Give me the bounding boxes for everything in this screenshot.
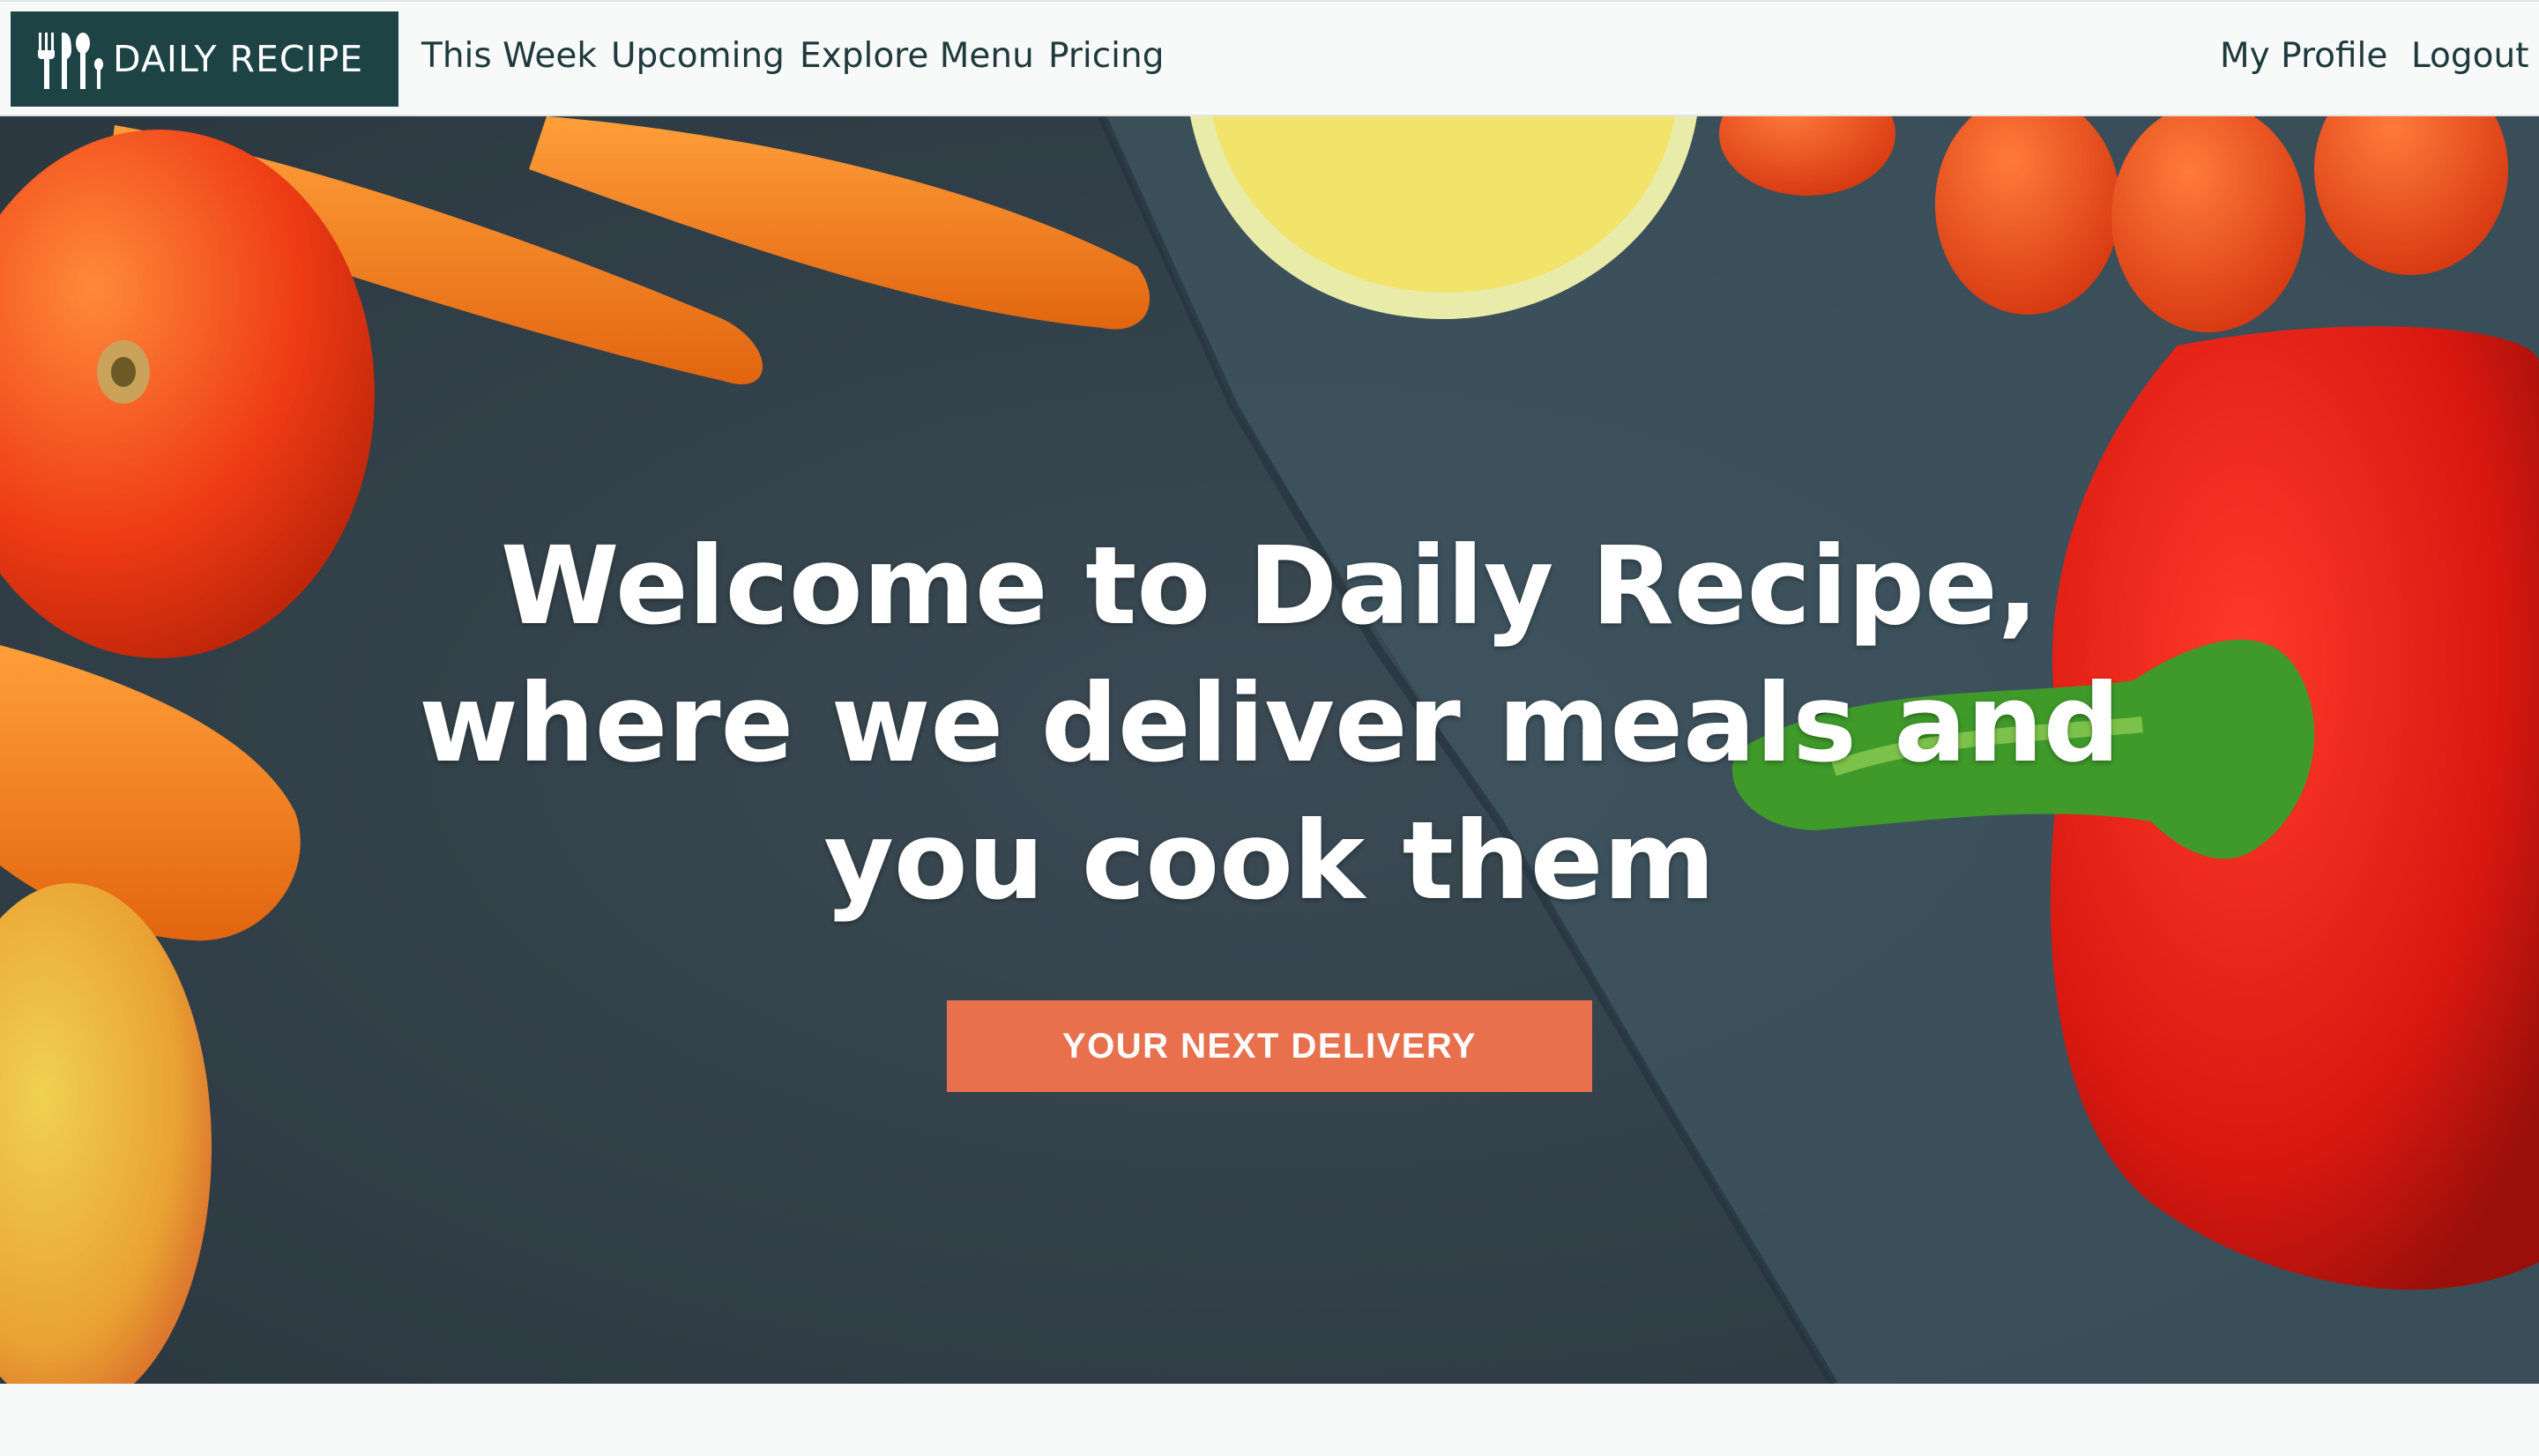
nav-my-profile[interactable]: My Profile <box>2220 2 2387 115</box>
nav-logout[interactable]: Logout <box>2411 2 2529 115</box>
top-navbar: DAILY RECIPE This Week Upcoming Explore … <box>0 0 2539 116</box>
hero-section: Welcome to Daily Recipe, where we delive… <box>0 116 2539 1384</box>
nav-explore-menu[interactable]: Explore Menu <box>800 2 1034 115</box>
nav-pricing[interactable]: Pricing <box>1048 2 1164 115</box>
brand-name: DAILY RECIPE <box>113 38 364 80</box>
next-delivery-button[interactable]: YOUR NEXT DELIVERY <box>947 1000 1592 1092</box>
nav-upcoming[interactable]: Upcoming <box>611 2 785 115</box>
brand-logo-link[interactable]: DAILY RECIPE <box>11 11 398 107</box>
hero-headline: Welcome to Daily Recipe, where we delive… <box>419 524 2120 924</box>
nav-this-week[interactable]: This Week <box>421 2 597 115</box>
cutlery-icon <box>38 33 103 89</box>
